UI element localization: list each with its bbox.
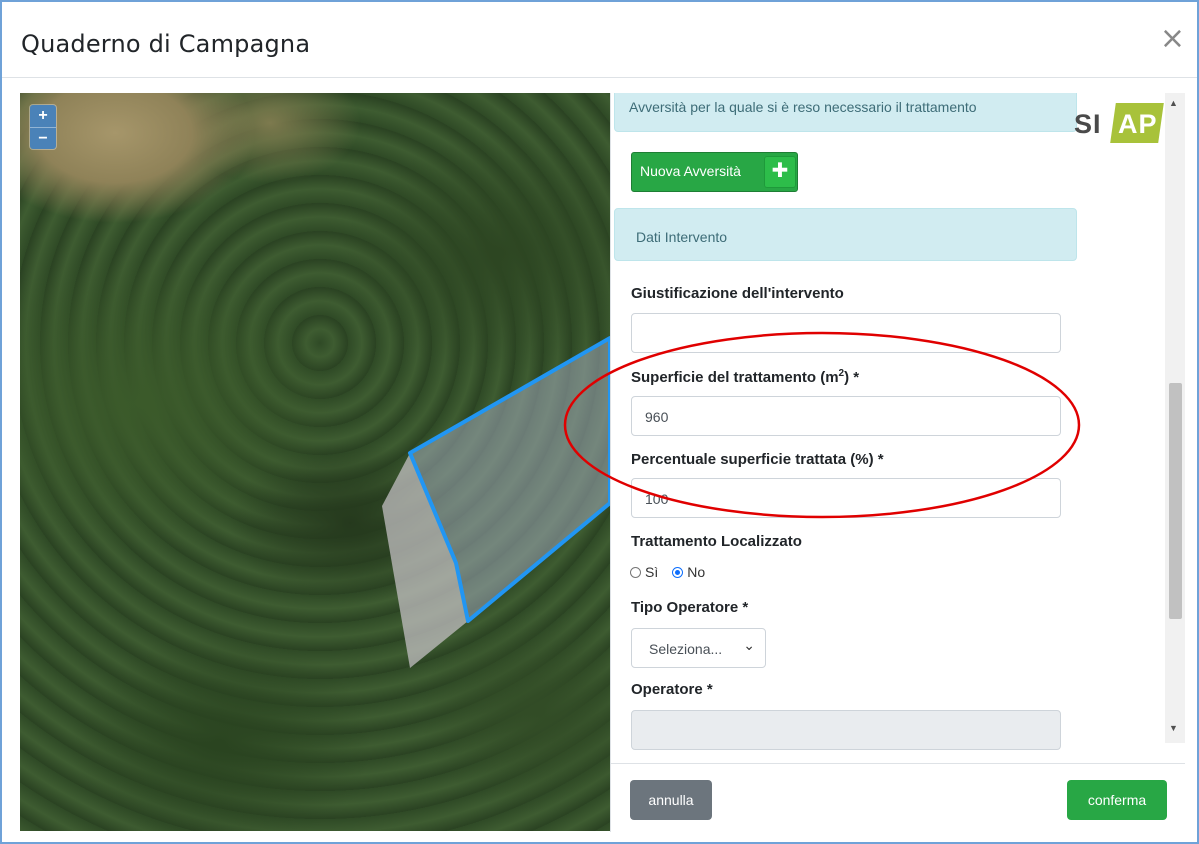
- tipo-operatore-select[interactable]: Seleziona... ⌄: [631, 628, 766, 668]
- modal-header: Quaderno di Campagna ×: [2, 2, 1197, 78]
- trattamento-localizzato-radio-group: Sì No: [630, 564, 705, 580]
- conferma-button[interactable]: conferma: [1067, 780, 1167, 820]
- trattamento-localizzato-label: Trattamento Localizzato: [631, 533, 802, 550]
- giustificazione-input[interactable]: [631, 313, 1061, 353]
- tipo-operatore-label: Tipo Operatore *: [631, 599, 749, 616]
- radio-no[interactable]: [672, 566, 684, 578]
- nuova-avversita-button[interactable]: Nuova Avversità ✚: [631, 152, 798, 192]
- chevron-down-icon: ⌄: [743, 637, 755, 653]
- zoom-out-button[interactable]: −: [30, 127, 56, 149]
- siap-logo-text-1: SI: [1074, 109, 1102, 139]
- zoom-in-button[interactable]: +: [30, 105, 56, 127]
- percentuale-input[interactable]: 100: [631, 478, 1061, 518]
- percentuale-label: Percentuale superficie trattata (%) *: [631, 451, 884, 468]
- plus-icon: ✚: [764, 156, 796, 188]
- modal-title: Quaderno di Campagna: [21, 30, 311, 58]
- annulla-button[interactable]: annulla: [630, 780, 712, 820]
- scroll-up-icon[interactable]: ▲: [1169, 98, 1178, 108]
- radio-si[interactable]: [630, 566, 641, 578]
- superficie-input[interactable]: 960: [631, 396, 1061, 436]
- tipo-operatore-value: Seleziona...: [649, 641, 723, 657]
- map-view[interactable]: + −: [20, 93, 610, 831]
- scroll-down-icon[interactable]: ▼: [1169, 723, 1178, 733]
- radio-si-label: Sì: [645, 564, 659, 580]
- form-panel: Avversità per la quale si è reso necessa…: [610, 93, 1185, 763]
- map-overlay: [382, 336, 610, 668]
- form-scrollbar[interactable]: ▲ ▼: [1165, 93, 1185, 743]
- radio-no-label: No: [687, 564, 706, 580]
- superficie-label-text: Superficie del trattamento (m: [631, 369, 839, 386]
- scrollbar-thumb[interactable]: [1169, 383, 1182, 619]
- superficie-label: Superficie del trattamento (m2) *: [631, 368, 859, 386]
- dati-intervento-section-header: Dati Intervento: [614, 208, 1077, 261]
- zoom-control: + −: [30, 105, 56, 149]
- siap-logo: SI AP: [1074, 103, 1164, 145]
- nuova-avversita-label: Nuova Avversità: [640, 163, 741, 179]
- modal-footer: annulla conferma: [610, 763, 1185, 832]
- operatore-label: Operatore *: [631, 681, 713, 698]
- giustificazione-label: Giustificazione dell'intervento: [631, 285, 844, 302]
- siap-logo-text-2: AP: [1118, 109, 1158, 139]
- superficie-label-suffix: ) *: [844, 369, 860, 386]
- close-icon[interactable]: ×: [1160, 24, 1185, 54]
- avversita-section-header: Avversità per la quale si è reso necessa…: [614, 93, 1077, 132]
- operatore-input: [631, 710, 1061, 750]
